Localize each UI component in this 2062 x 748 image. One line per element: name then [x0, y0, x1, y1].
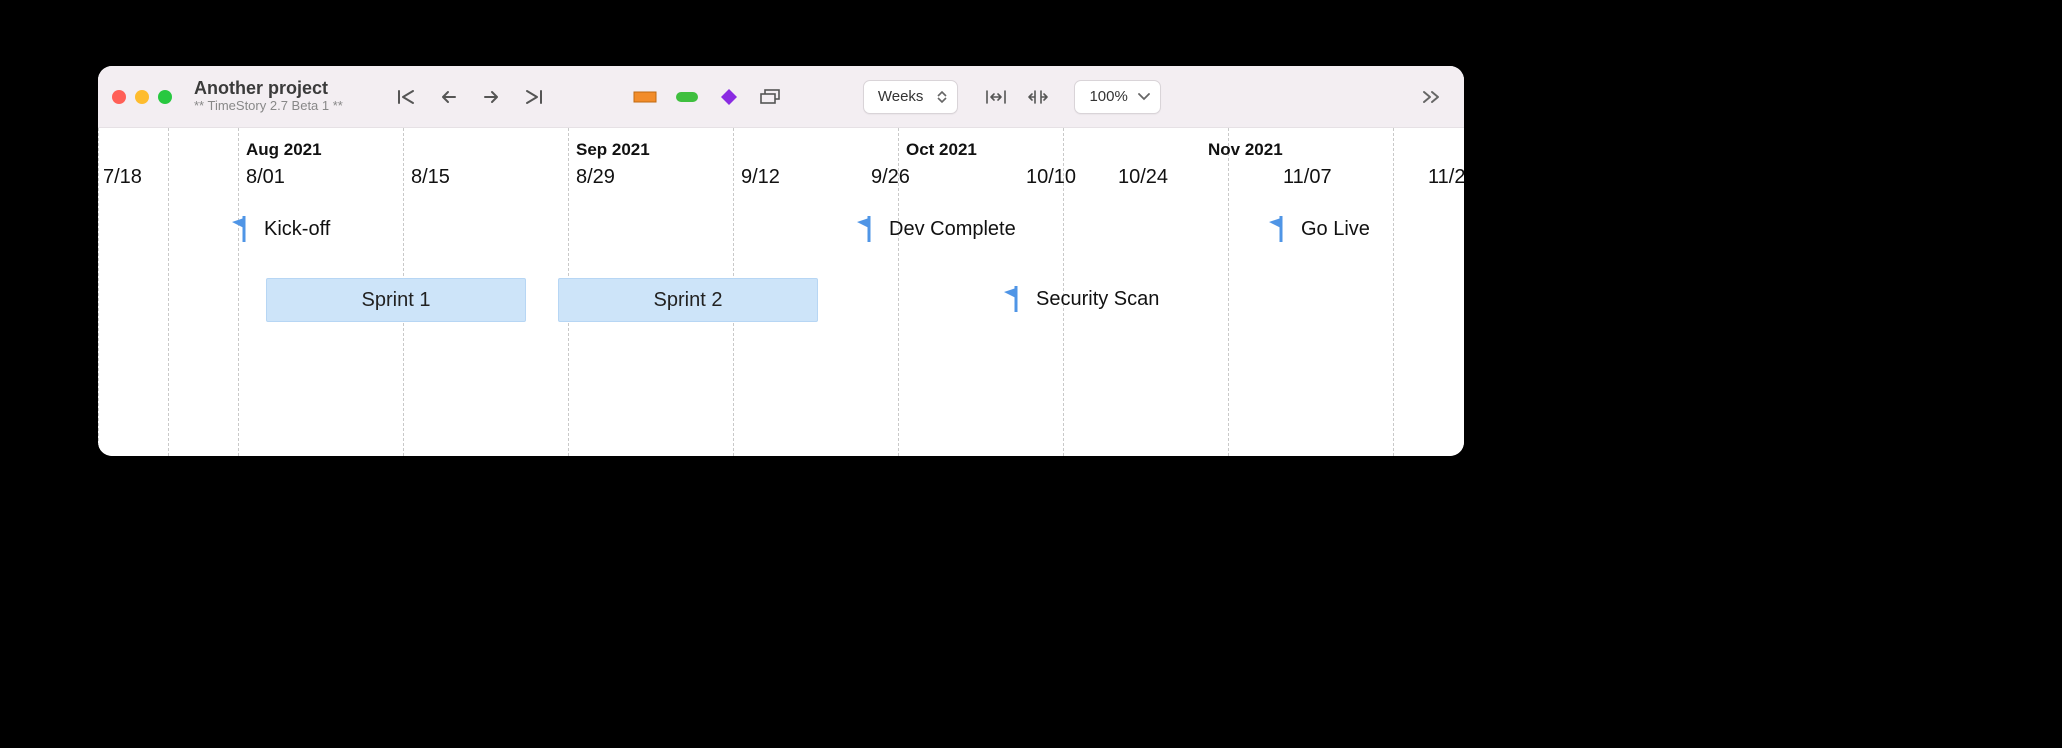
prev-button[interactable]	[429, 79, 469, 115]
gridline	[238, 128, 239, 456]
month-label: Sep 2021	[576, 140, 650, 160]
go-to-start-button[interactable]	[387, 79, 427, 115]
time-scale-value: Weeks	[878, 88, 924, 105]
time-scale-select[interactable]: Weeks	[863, 80, 959, 114]
date-tick-label: 7/18	[103, 166, 142, 189]
app-window: Another project ** TimeStory 2.7 Beta 1 …	[98, 66, 1464, 456]
date-tick-label: 10/24	[1118, 166, 1168, 189]
toolbar-overflow-button[interactable]	[1414, 90, 1450, 104]
month-label: Oct 2021	[906, 140, 977, 160]
flag-icon	[232, 216, 254, 242]
gridline	[1393, 128, 1394, 456]
insert-green-bar-button[interactable]	[667, 79, 707, 115]
date-tick-label: 8/01	[246, 166, 285, 189]
date-tick-label: 9/26	[871, 166, 910, 189]
timeline-bar-label: Sprint 2	[654, 289, 723, 312]
fit-group	[976, 79, 1058, 115]
milestone[interactable]: Go Live	[1269, 216, 1370, 242]
window-controls	[112, 90, 172, 104]
chevrons-right-icon	[1422, 90, 1442, 104]
milestone-label: Go Live	[1301, 218, 1370, 241]
zoom-select[interactable]: 100%	[1074, 80, 1160, 114]
stepper-arrows-icon	[937, 91, 947, 103]
milestone[interactable]: Security Scan	[1004, 286, 1159, 312]
purple-diamond-icon	[720, 88, 738, 106]
milestone-label: Dev Complete	[889, 218, 1016, 241]
date-tick-label: 10/10	[1026, 166, 1076, 189]
fit-content-button[interactable]	[1018, 79, 1058, 115]
insert-group-button[interactable]	[751, 79, 791, 115]
fit-width-out-icon	[1027, 89, 1049, 105]
next-button[interactable]	[471, 79, 511, 115]
green-pill-icon	[676, 92, 698, 102]
toolbar: Another project ** TimeStory 2.7 Beta 1 …	[98, 66, 1464, 128]
timeline-bar[interactable]: Sprint 2	[558, 278, 818, 322]
milestone[interactable]: Kick-off	[232, 216, 330, 242]
date-tick-label: 11/21	[1428, 166, 1464, 189]
zoom-window-button[interactable]	[158, 90, 172, 104]
timeline-bar[interactable]: Sprint 1	[266, 278, 526, 322]
title-block: Another project ** TimeStory 2.7 Beta 1 …	[194, 79, 343, 113]
insert-orange-bar-button[interactable]	[625, 79, 665, 115]
milestone-label: Kick-off	[264, 218, 330, 241]
milestone-label: Security Scan	[1036, 288, 1159, 311]
chevron-down-icon	[1138, 93, 1150, 101]
arrow-left-icon	[439, 89, 459, 105]
stack-rects-icon	[760, 89, 782, 105]
zoom-value: 100%	[1089, 88, 1127, 105]
insert-milestone-button[interactable]	[709, 79, 749, 115]
milestone[interactable]: Dev Complete	[857, 216, 1016, 242]
go-to-end-icon	[523, 89, 543, 105]
timeline-canvas[interactable]: Aug 2021 Sep 2021 Oct 2021 Nov 2021 7/18 8/01…	[98, 128, 1464, 456]
insert-group	[625, 79, 791, 115]
flag-icon	[857, 216, 879, 242]
date-tick-label: 8/29	[576, 166, 615, 189]
timeline-bar-label: Sprint 1	[362, 289, 431, 312]
date-tick-label: 11/07	[1283, 166, 1332, 189]
arrow-right-icon	[481, 89, 501, 105]
flag-icon	[1269, 216, 1291, 242]
date-tick-label: 9/12	[741, 166, 780, 189]
date-tick-label: 8/15	[411, 166, 450, 189]
close-window-button[interactable]	[112, 90, 126, 104]
gridline	[98, 128, 99, 456]
month-label: Aug 2021	[246, 140, 322, 160]
gridline	[1228, 128, 1229, 456]
month-label: Nov 2021	[1208, 140, 1283, 160]
minimize-window-button[interactable]	[135, 90, 149, 104]
flag-icon	[1004, 286, 1026, 312]
document-subtitle: ** TimeStory 2.7 Beta 1 **	[194, 99, 343, 113]
go-to-end-button[interactable]	[513, 79, 553, 115]
gridline	[168, 128, 169, 456]
go-to-start-icon	[397, 89, 417, 105]
nav-group	[387, 79, 553, 115]
orange-bar-icon	[633, 90, 657, 104]
fit-width-in-icon	[985, 89, 1007, 105]
document-title: Another project	[194, 79, 343, 99]
fit-width-button[interactable]	[976, 79, 1016, 115]
